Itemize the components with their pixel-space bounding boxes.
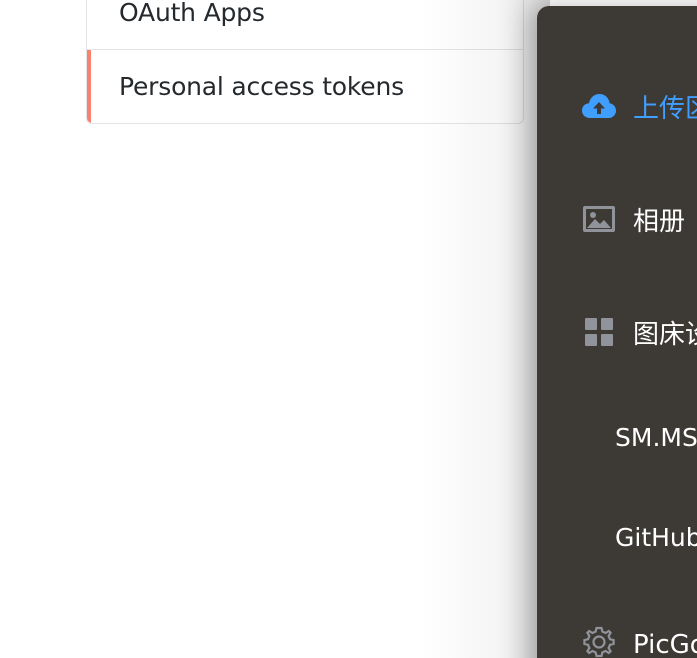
- menu-item-label: GitHub图床: [615, 523, 697, 552]
- screen: OAuth Apps Personal access tokens 上传区: [0, 0, 697, 658]
- grid-icon: [581, 314, 617, 350]
- menu-item-picbed-settings[interactable]: 图床设置: [537, 310, 697, 354]
- menu-item-gallery[interactable]: 相册: [537, 197, 685, 241]
- nav-item-label: Personal access tokens: [119, 72, 404, 101]
- cloud-upload-icon: [581, 88, 617, 124]
- menu-item-upload[interactable]: 上传区: [537, 84, 697, 128]
- menu-item-label: 上传区: [633, 93, 697, 124]
- menu-item-label: 图床设置: [633, 319, 697, 350]
- menu-item-label: PicGo设置: [633, 629, 697, 658]
- menu-item-label: SM.MS图床: [615, 423, 697, 452]
- picgo-sidebar: 上传区 相册 图床设置: [537, 6, 697, 658]
- menu-item-picgo-settings[interactable]: PicGo设置: [537, 620, 697, 658]
- window-shadow: [420, 0, 550, 658]
- nav-item-label: OAuth Apps: [119, 0, 265, 27]
- image-icon: [581, 201, 617, 237]
- menu-item-label: 相册: [633, 206, 686, 237]
- gear-icon: [581, 624, 617, 658]
- menu-item-smms[interactable]: SM.MS图床: [537, 414, 697, 458]
- menu-item-github[interactable]: GitHub图床: [537, 514, 697, 558]
